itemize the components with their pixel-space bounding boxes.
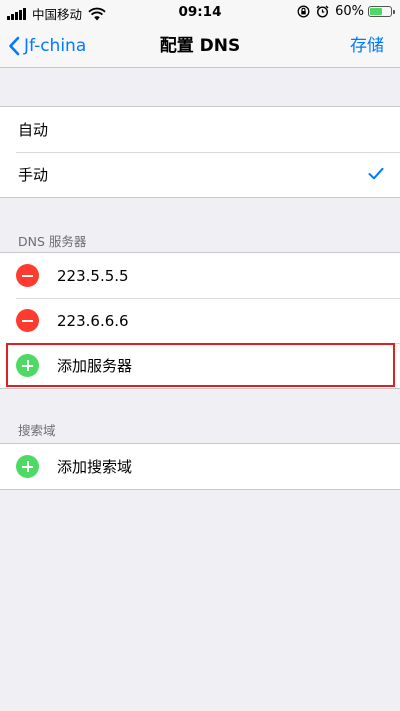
- alarm-icon: [316, 5, 329, 18]
- dns-server-address[interactable]: 223.5.5.5: [57, 267, 129, 285]
- battery-percent: 60%: [335, 4, 364, 19]
- dns-server-address[interactable]: 223.6.6.6: [57, 312, 129, 330]
- search-domain-section-header: 搜索域: [18, 423, 56, 438]
- dns-server-row[interactable]: 223.5.5.5: [0, 253, 400, 298]
- option-automatic[interactable]: 自动: [0, 107, 400, 152]
- page-title: 配置 DNS: [159, 36, 241, 56]
- add-server-label: 添加服务器: [57, 357, 133, 375]
- navigation-bar: Jf-china 配置 DNS 存储: [0, 24, 400, 68]
- battery-cap: [393, 10, 395, 14]
- delete-server-icon[interactable]: [16, 309, 39, 332]
- checkmark-icon: [368, 167, 384, 180]
- add-server-row[interactable]: 添加服务器: [0, 343, 400, 388]
- option-manual-label: 手动: [18, 166, 49, 184]
- rotation-lock-icon: [297, 5, 310, 18]
- search-domains-group: 添加搜索域: [0, 443, 400, 490]
- dns-servers-group: 223.5.5.5 223.6.6.6 添加服务器: [0, 252, 400, 389]
- config-mode-group: 自动 手动: [0, 106, 400, 198]
- delete-server-icon[interactable]: [16, 264, 39, 287]
- add-search-domain-row[interactable]: 添加搜索域: [0, 444, 400, 489]
- status-bar: 中国移动 09:14 60%: [0, 0, 400, 24]
- add-icon[interactable]: [16, 354, 39, 377]
- battery-fill: [370, 8, 382, 15]
- battery-icon: [368, 6, 395, 17]
- dns-server-row[interactable]: 223.6.6.6: [0, 298, 400, 343]
- save-button[interactable]: 存储: [350, 24, 384, 68]
- status-right: 60%: [297, 4, 395, 19]
- add-icon[interactable]: [16, 455, 39, 478]
- option-manual[interactable]: 手动: [0, 152, 400, 197]
- dns-section-header: DNS 服务器: [18, 234, 87, 249]
- option-automatic-label: 自动: [18, 121, 49, 139]
- add-search-domain-label: 添加搜索域: [57, 458, 133, 476]
